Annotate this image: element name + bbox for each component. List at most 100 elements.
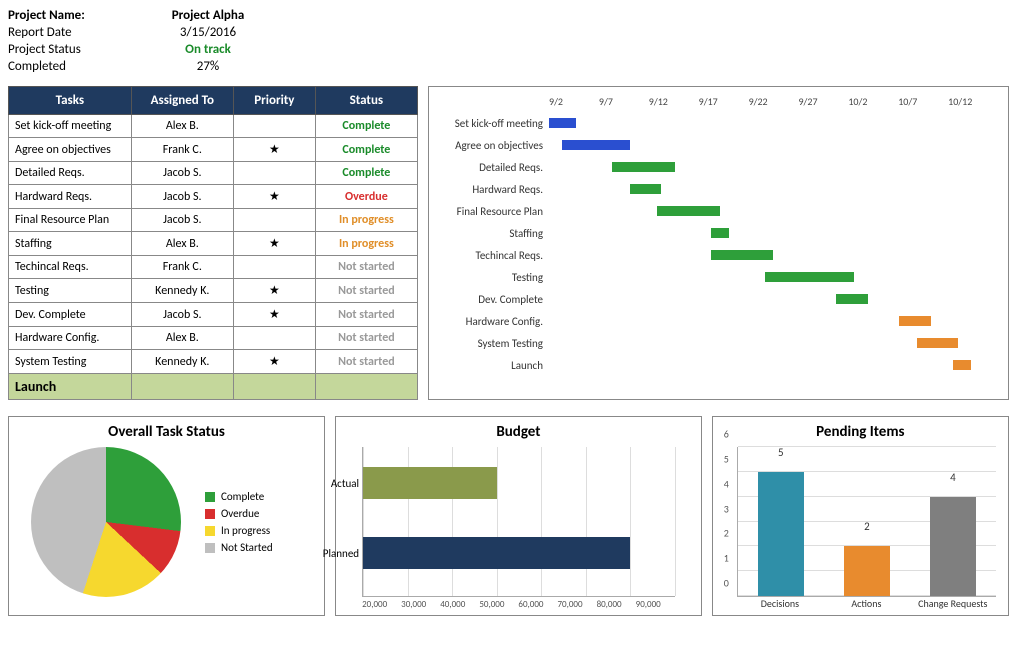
budget-chart: Budget ActualPlanned 20,00030,00040,0005… bbox=[335, 416, 702, 616]
task-name-cell: Detailed Reqs. bbox=[9, 162, 132, 185]
gantt-bar bbox=[953, 360, 971, 370]
budget-tick: 50,000 bbox=[479, 599, 518, 610]
table-row: Final Resource PlanJacob S.In progress bbox=[9, 209, 418, 232]
gantt-bar bbox=[917, 338, 957, 348]
gantt-row-label: Hardware Config. bbox=[439, 315, 549, 328]
gantt-bar bbox=[612, 162, 675, 172]
gantt-track bbox=[549, 270, 998, 284]
status-cell: Not started bbox=[315, 327, 417, 350]
gantt-bar bbox=[711, 250, 774, 260]
gantt-bar bbox=[711, 228, 729, 238]
status-cell: Not started bbox=[315, 279, 417, 303]
task-name-cell: Staffing bbox=[9, 232, 132, 256]
task-table: Tasks Assigned To Priority Status Set ki… bbox=[8, 86, 418, 400]
legend-label: In progress bbox=[221, 524, 270, 537]
priority-cell bbox=[233, 115, 315, 138]
gantt-track bbox=[549, 138, 998, 152]
gantt-tick: 9/22 bbox=[749, 95, 799, 108]
status-cell: In progress bbox=[315, 209, 417, 232]
gantt-tick: 10/7 bbox=[898, 95, 948, 108]
gantt-track bbox=[549, 116, 998, 130]
gantt-row-label: Set kick-off meeting bbox=[439, 117, 549, 130]
table-row: TestingKennedy K.★Not started bbox=[9, 279, 418, 303]
task-name-cell: Techincal Reqs. bbox=[9, 256, 132, 279]
gantt-row: Dev. Complete bbox=[439, 288, 998, 310]
gantt-bar bbox=[836, 294, 867, 304]
legend-swatch bbox=[205, 492, 215, 502]
priority-cell bbox=[233, 209, 315, 232]
legend-label: Not Started bbox=[221, 541, 273, 554]
budget-bar bbox=[363, 467, 497, 499]
gantt-track bbox=[549, 160, 998, 174]
gantt-row: Hardware Config. bbox=[439, 310, 998, 332]
assigned-cell: Frank C. bbox=[131, 138, 233, 162]
gantt-tick: 9/27 bbox=[798, 95, 848, 108]
assigned-cell: Alex B. bbox=[131, 115, 233, 138]
pending-bar bbox=[930, 497, 976, 596]
launch-label: Launch bbox=[9, 374, 132, 400]
star-icon: ★ bbox=[269, 308, 280, 322]
pending-ytick: 6 bbox=[724, 428, 729, 441]
status-cell: Complete bbox=[315, 115, 417, 138]
gantt-row: Agree on objectives bbox=[439, 134, 998, 156]
gantt-track bbox=[549, 204, 998, 218]
budget-bar-row: Planned bbox=[363, 537, 675, 569]
status-cell: Overdue bbox=[315, 185, 417, 209]
budget-tick: 30,000 bbox=[401, 599, 440, 610]
gantt-bar bbox=[765, 272, 855, 282]
pending-xlabel: Change Requests bbox=[910, 597, 996, 610]
gantt-chart: 9/29/79/129/179/229/2710/210/710/12 Set … bbox=[428, 86, 1009, 400]
status-cell: Complete bbox=[315, 162, 417, 185]
table-row: Agree on objectivesFrank C.★Complete bbox=[9, 138, 418, 162]
gantt-row-label: Detailed Reqs. bbox=[439, 161, 549, 174]
priority-cell bbox=[233, 256, 315, 279]
status-cell: Complete bbox=[315, 138, 417, 162]
assigned-cell: Jacob S. bbox=[131, 209, 233, 232]
budget-bar-label: Planned bbox=[313, 547, 359, 560]
legend-item: In progress bbox=[205, 524, 273, 537]
gantt-track bbox=[549, 248, 998, 262]
assigned-cell: Frank C. bbox=[131, 256, 233, 279]
gantt-row-label: Testing bbox=[439, 271, 549, 284]
gantt-bar bbox=[549, 118, 576, 128]
task-name-cell: System Testing bbox=[9, 350, 132, 374]
priority-cell: ★ bbox=[233, 303, 315, 327]
project-name-value: Project Alpha bbox=[158, 8, 258, 23]
pending-xlabel: Actions bbox=[823, 597, 909, 610]
priority-cell bbox=[233, 327, 315, 350]
gantt-tick: 9/17 bbox=[699, 95, 749, 108]
assigned-cell: Jacob S. bbox=[131, 303, 233, 327]
gantt-row: Launch bbox=[439, 354, 998, 376]
legend-swatch bbox=[205, 543, 215, 553]
gantt-row: Staffing bbox=[439, 222, 998, 244]
budget-bar bbox=[363, 537, 630, 569]
project-header: Project Name: Project Alpha Report Date … bbox=[8, 8, 1009, 74]
gantt-row-label: Launch bbox=[439, 359, 549, 372]
pending-value-label: 2 bbox=[844, 520, 890, 533]
status-cell: Not started bbox=[315, 303, 417, 327]
table-row: System TestingKennedy K.★Not started bbox=[9, 350, 418, 374]
col-assigned: Assigned To bbox=[131, 87, 233, 115]
gantt-row-label: Agree on objectives bbox=[439, 139, 549, 152]
budget-bar-row: Actual bbox=[363, 467, 675, 499]
project-name-label: Project Name: bbox=[8, 8, 158, 23]
budget-xticks: 20,00030,00040,00050,00060,00070,00080,0… bbox=[362, 599, 675, 610]
gantt-row-label: Final Resource Plan bbox=[439, 205, 549, 218]
gantt-tick: 9/12 bbox=[649, 95, 699, 108]
gantt-row-label: System Testing bbox=[439, 337, 549, 350]
gantt-track bbox=[549, 314, 998, 328]
pending-bar bbox=[844, 546, 890, 596]
priority-cell: ★ bbox=[233, 185, 315, 209]
budget-plot: Actual Planned bbox=[362, 447, 675, 597]
gantt-track bbox=[549, 336, 998, 350]
gantt-row: System Testing bbox=[439, 332, 998, 354]
table-row: Hardward Reqs.Jacob S.★Overdue bbox=[9, 185, 418, 209]
task-name-cell: Testing bbox=[9, 279, 132, 303]
gantt-row: Detailed Reqs. bbox=[439, 156, 998, 178]
gantt-bar bbox=[657, 206, 720, 216]
budget-tick: 60,000 bbox=[518, 599, 557, 610]
pending-ytick: 0 bbox=[724, 577, 729, 590]
status-cell: In progress bbox=[315, 232, 417, 256]
table-row: Hardware Config.Alex B.Not started bbox=[9, 327, 418, 350]
col-priority: Priority bbox=[233, 87, 315, 115]
